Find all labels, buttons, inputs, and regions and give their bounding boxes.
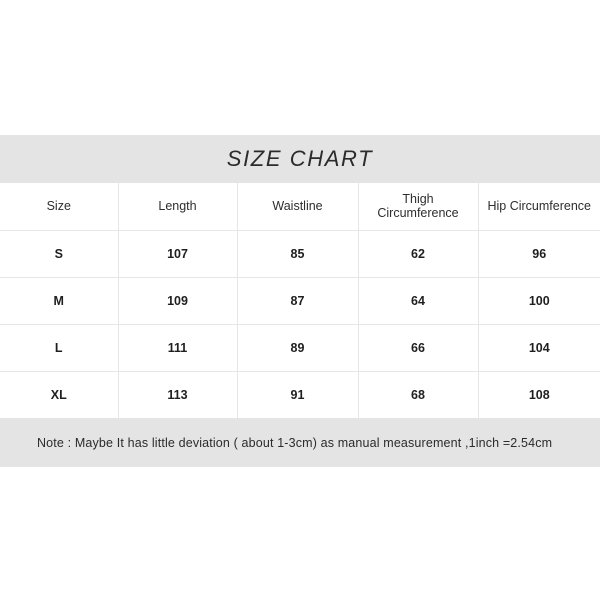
cell-waistline: 85 [237,230,359,278]
cell-size: XL [0,371,119,418]
measurement-note: Note : Maybe It has little deviation ( a… [37,435,553,450]
cell-thigh: 68 [358,371,479,418]
column-header-thigh-circumference: Thigh Circumference [358,183,479,231]
cell-thigh: 62 [358,230,479,278]
size-chart-table: Size Length Waistline Thigh Circumferenc… [0,183,600,418]
table-header-row: Size Length Waistline Thigh Circumferenc… [0,183,600,231]
cell-size: M [0,277,119,325]
column-header-hip-circumference: Hip Circumference [478,183,600,231]
cell-hip: 96 [478,230,600,278]
cell-length: 107 [118,230,238,278]
cell-length: 111 [118,324,238,372]
size-chart-note-band: Note : Maybe It has little deviation ( a… [0,418,600,467]
table-row: L 111 89 66 104 [0,324,600,372]
table-row: S 107 85 62 96 [0,230,600,278]
column-header-length: Length [118,183,238,231]
column-header-waistline: Waistline [237,183,359,231]
size-chart-card: SIZE CHART Size Length Waistline Thigh C… [0,135,600,467]
size-chart-title-band: SIZE CHART [0,135,600,183]
cell-length: 113 [118,371,238,418]
cell-hip: 108 [528,387,550,402]
cell-size: L [0,324,119,372]
cell-hip: 104 [478,324,600,372]
cell-thigh: 66 [358,324,479,372]
cell-waistline: 91 [237,371,359,418]
cell-waistline: 89 [237,324,359,372]
cell-length: 109 [118,277,238,325]
cell-hip: 100 [478,277,600,325]
table-row: XL 113 91 68 108 [0,371,600,418]
page-title: SIZE CHART [226,146,374,171]
cell-thigh: 64 [358,277,479,325]
table-row: M 109 87 64 100 [0,277,600,325]
cell-waistline: 87 [237,277,359,325]
cell-size: S [0,230,119,278]
column-header-size: Size [0,183,119,231]
